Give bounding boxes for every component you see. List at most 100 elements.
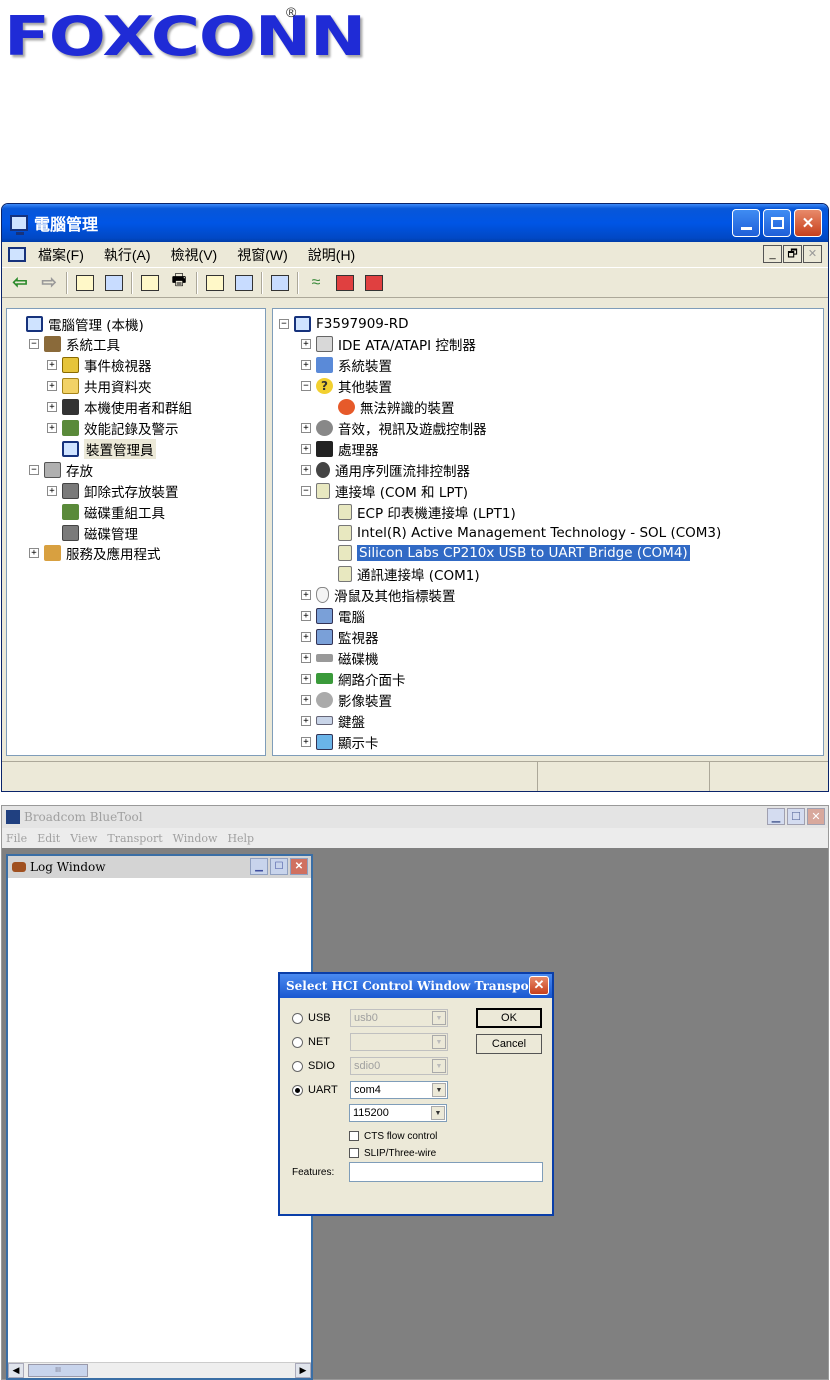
tree-node[interactable]: + 影像裝置 xyxy=(301,689,392,710)
expand-icon[interactable]: + xyxy=(47,485,57,496)
tree-node[interactable]: + 共用資料夾 xyxy=(47,376,152,397)
update-driver-button[interactable]: ≈ xyxy=(304,272,328,294)
collapse-icon[interactable]: − xyxy=(279,318,289,329)
baud-rate-select[interactable]: 115200 ▼ xyxy=(349,1104,447,1122)
tree-node[interactable]: Intel(R) Active Management Technology - … xyxy=(323,522,721,543)
expand-icon[interactable]: + xyxy=(47,381,57,392)
ok-button[interactable]: OK xyxy=(476,1008,542,1028)
expand-icon[interactable]: + xyxy=(301,611,311,622)
bt-menu-transport[interactable]: Transport xyxy=(107,832,162,845)
uart-radio[interactable] xyxy=(292,1084,303,1096)
menu-view[interactable]: 檢視(V) xyxy=(171,245,218,265)
bluetool-close-button[interactable]: ✕ xyxy=(807,808,825,825)
dialog-close-button[interactable]: ✕ xyxy=(529,976,549,995)
features-input[interactable] xyxy=(349,1162,543,1182)
expand-icon[interactable]: + xyxy=(301,632,311,642)
tree-node[interactable]: + 卸除式存放裝置 xyxy=(47,480,179,501)
collapse-icon[interactable]: − xyxy=(301,381,311,392)
help-button[interactable] xyxy=(203,272,227,294)
mdi-close-button[interactable]: ✕ xyxy=(803,245,822,263)
tree-node[interactable]: + 服務及應用程式 xyxy=(29,543,161,564)
expand-icon[interactable]: + xyxy=(301,736,311,747)
close-button[interactable]: ✕ xyxy=(794,209,822,237)
expand-icon[interactable]: + xyxy=(47,423,57,433)
show-hide-tree-button[interactable] xyxy=(102,272,126,294)
bluetool-minimize-button[interactable]: ▁ xyxy=(767,808,785,825)
maximize-button[interactable] xyxy=(763,209,791,237)
uart-port-select[interactable]: com4 ▼ xyxy=(350,1081,448,1099)
expand-icon[interactable]: + xyxy=(47,360,57,371)
net-select[interactable]: ▼ xyxy=(350,1033,448,1051)
expand-icon[interactable]: + xyxy=(301,423,311,433)
tree-node[interactable]: + 處理器 xyxy=(301,438,379,459)
log-close-button[interactable]: ✕ xyxy=(290,858,308,875)
tree-node[interactable]: ECP 印表機連接埠 (LPT1) xyxy=(323,501,516,522)
minimize-button[interactable] xyxy=(732,209,760,237)
expand-icon[interactable]: + xyxy=(301,715,311,726)
device-tree[interactable]: − F3597909-RD + IDE ATA/ATAPI 控制器 + 系統裝置 −? 其他裝… xyxy=(272,308,824,756)
tree-node[interactable]: + IDE ATA/ATAPI 控制器 xyxy=(301,334,476,355)
expand-icon[interactable]: + xyxy=(301,443,311,454)
console-tree[interactable]: 電腦管理 (本機) − 系統工具 + 事件檢視器 + 共用資料夾 + 本機使用者和群組 + 效能記錄… xyxy=(6,308,266,756)
collapse-icon[interactable]: − xyxy=(29,464,39,475)
bluetool-titlebar[interactable]: Broadcom BlueTool ▁ ☐ ✕ xyxy=(2,806,828,828)
log-horizontal-scrollbar[interactable]: ◀ III ▶ xyxy=(8,1362,311,1378)
expand-icon[interactable]: + xyxy=(47,402,57,413)
sdio-radio[interactable] xyxy=(292,1060,303,1072)
uninstall-device-button[interactable] xyxy=(362,272,386,294)
scroll-thumb[interactable]: III xyxy=(28,1364,88,1377)
expand-icon[interactable]: + xyxy=(29,548,39,559)
scan-hardware-button[interactable] xyxy=(268,272,292,294)
dialog-titlebar[interactable]: Select HCI Control Window Transport ✕ xyxy=(280,974,552,998)
bt-menu-view[interactable]: View xyxy=(70,832,97,845)
scroll-left-button[interactable]: ◀ xyxy=(8,1363,24,1378)
expand-icon[interactable]: + xyxy=(301,464,311,475)
tree-node[interactable]: + 網路介面卡 xyxy=(301,668,406,689)
tree-node[interactable]: Silicon Labs CP210x USB to UART Bridge (… xyxy=(323,543,691,564)
properties-button[interactable] xyxy=(138,272,162,294)
tree-node[interactable]: − 連接埠 (COM 和 LPT) xyxy=(301,480,468,501)
usb-radio[interactable] xyxy=(292,1012,303,1024)
print-button[interactable]: 🖶 xyxy=(167,272,191,294)
tree-node[interactable]: 磁碟管理 xyxy=(47,522,138,543)
cts-flow-control-checkbox[interactable]: CTS flow control xyxy=(349,1128,437,1144)
menu-window[interactable]: 視窗(W) xyxy=(237,245,288,265)
tree-node[interactable]: 無法辨識的裝置 xyxy=(323,397,455,418)
forward-button[interactable]: ⇨ xyxy=(37,272,61,294)
tree-node[interactable]: + 顯示卡 xyxy=(301,731,379,752)
expand-icon[interactable]: + xyxy=(301,694,311,705)
expand-icon[interactable]: + xyxy=(301,590,311,601)
tree-node[interactable]: 磁碟重組工具 xyxy=(47,501,165,522)
up-level-button[interactable] xyxy=(73,272,97,294)
log-maximize-button[interactable]: ☐ xyxy=(270,858,288,875)
tree-node[interactable]: + 滑鼠及其他指標裝置 xyxy=(301,585,456,606)
window-titlebar[interactable]: 電腦管理 ✕ xyxy=(2,204,828,242)
tree-node[interactable]: + 音效，視訊及遊戲控制器 xyxy=(301,418,487,439)
sdio-select[interactable]: sdio0 ▼ xyxy=(350,1057,448,1075)
tree-node[interactable]: + 本機使用者和群組 xyxy=(47,397,192,418)
tree-node[interactable]: −? 其他裝置 xyxy=(301,376,392,397)
mdi-minimize-button[interactable]: _ xyxy=(763,245,782,263)
cancel-button[interactable]: Cancel xyxy=(476,1034,542,1054)
collapse-icon[interactable]: − xyxy=(29,339,39,350)
tree-node[interactable]: − F3597909-RD xyxy=(279,313,409,334)
tree-node[interactable]: − 系統工具 xyxy=(29,334,120,355)
log-minimize-button[interactable]: ▁ xyxy=(250,858,268,875)
expand-icon[interactable]: + xyxy=(301,360,311,371)
disable-device-button[interactable] xyxy=(333,272,357,294)
menu-action[interactable]: 執行(A) xyxy=(104,245,151,265)
tree-node[interactable]: + 監視器 xyxy=(301,627,379,648)
tree-node[interactable]: − 存放 xyxy=(29,459,93,480)
tree-node[interactable]: + 效能記錄及警示 xyxy=(47,418,179,439)
bt-menu-help[interactable]: Help xyxy=(227,832,254,845)
log-window-titlebar[interactable]: Log Window ▁ ☐ ✕ xyxy=(8,856,311,878)
net-radio[interactable] xyxy=(292,1036,303,1048)
collapse-icon[interactable]: − xyxy=(301,485,311,496)
expand-icon[interactable]: + xyxy=(301,339,311,350)
expand-icon[interactable]: + xyxy=(301,652,311,663)
tree-node[interactable]: 裝置管理員 xyxy=(47,438,156,459)
tree-node[interactable]: + 電腦 xyxy=(301,606,365,627)
bt-menu-window[interactable]: Window xyxy=(173,832,218,845)
menu-help[interactable]: 說明(H) xyxy=(308,245,355,265)
scroll-right-button[interactable]: ▶ xyxy=(295,1363,311,1378)
